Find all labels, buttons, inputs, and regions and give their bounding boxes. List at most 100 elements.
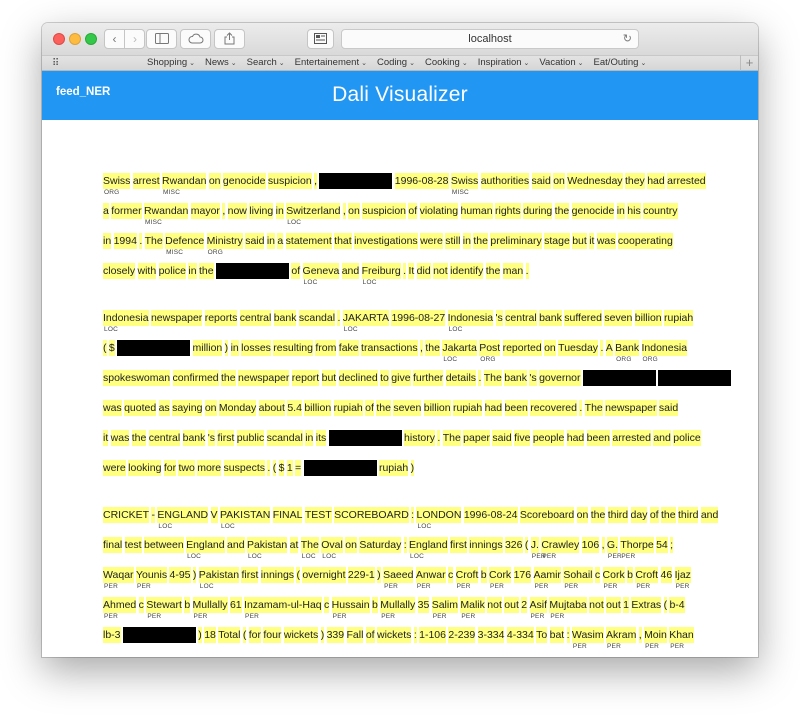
token-text: rupiah [453, 402, 483, 414]
token: the [485, 263, 501, 279]
token: 229-1 [347, 567, 375, 583]
token-text: . [337, 312, 341, 324]
entity-token: Crawley PER [541, 537, 580, 560]
token-text: first [217, 432, 235, 444]
token: Wednesday [567, 173, 623, 189]
bookmark-shopping[interactable]: Shopping ⌄ [142, 56, 200, 70]
token: and [700, 507, 719, 523]
bookmark-eat-outing[interactable]: Eat/Outing ⌄ [589, 56, 652, 70]
bookmark-vacation[interactable]: Vacation ⌄ [534, 56, 588, 70]
token-text: 1996-08-28 [394, 175, 449, 187]
token-text: still [445, 235, 461, 247]
token-text: , [601, 539, 605, 551]
token: . [337, 310, 341, 326]
token-text: were [103, 462, 126, 474]
token-text: between [143, 539, 184, 551]
token: the [661, 507, 676, 523]
token: ( [272, 460, 277, 476]
new-tab-button[interactable]: + [740, 55, 758, 71]
text-line: Waqar PER Younis PER 4-95) Pakistan LOC first in… [103, 567, 693, 597]
entity-token: Salim PER [431, 597, 458, 620]
token: between [143, 537, 184, 553]
token-text: Indonesia [447, 312, 494, 324]
token-text: = [295, 462, 302, 474]
token: not [589, 597, 604, 613]
sidebar-icon [154, 33, 169, 44]
token-text: 's [495, 312, 503, 324]
token: five [514, 430, 531, 446]
token-text: in [188, 265, 197, 277]
token-text: Jakarta [442, 342, 477, 354]
token-text: 1994 [113, 235, 137, 247]
reader-button[interactable] [307, 29, 334, 49]
bookmark-cooking[interactable]: Cooking ⌄ [420, 56, 473, 70]
token: it [103, 430, 109, 446]
token-text: Croft [635, 569, 659, 581]
token: c [324, 597, 330, 613]
token-text: in [462, 235, 471, 247]
browser-titlebar: ‹ › localhost ↻ [42, 23, 758, 55]
forward-button[interactable]: › [125, 30, 145, 48]
entity-tag: PER [332, 613, 347, 620]
token: million [192, 340, 223, 356]
token-text: PAKISTAN [219, 509, 271, 521]
bookmark-news[interactable]: News ⌄ [200, 56, 242, 70]
token-text: the [425, 342, 440, 354]
share-button[interactable] [214, 29, 245, 49]
address-bar[interactable]: localhost ↻ [341, 29, 639, 49]
token-text: c [324, 599, 330, 611]
token-text: fake [338, 342, 359, 354]
token-text: as [158, 402, 170, 414]
token: 's [495, 310, 503, 326]
token-text: million [192, 342, 223, 354]
back-button[interactable]: ‹ [105, 30, 125, 48]
token: ( [296, 567, 300, 583]
token: c [594, 567, 601, 583]
reload-icon[interactable]: ↻ [623, 30, 632, 48]
token-text: : [403, 539, 407, 551]
browser-window: ‹ › localhost ↻ ⠿ Shopping ⌄ News ⌄ Sear… [42, 23, 758, 657]
token-text: : [411, 509, 415, 521]
bookmark-search[interactable]: Search ⌄ [242, 56, 290, 70]
grid-icon[interactable]: ⠿ [52, 57, 59, 70]
sidebar-toggle-button[interactable] [146, 29, 177, 49]
bookmarks-bar: ⠿ Shopping ⌄ News ⌄ Search ⌄ Entertainement ⌄ Co… [42, 55, 758, 71]
token-text: on [576, 509, 589, 521]
token-text: resulting [273, 342, 313, 354]
entity-tag: LOC [158, 523, 173, 530]
token: resulting [273, 340, 313, 356]
token-text: reported [502, 342, 542, 354]
icloud-tabs-button[interactable] [180, 29, 211, 49]
entity-token: Defence MISC [165, 233, 205, 256]
token-text: saying [172, 402, 203, 414]
token: lb-3 [103, 627, 121, 643]
token-text: ) [377, 569, 381, 581]
token: 176 [513, 567, 532, 583]
token-text: A [605, 342, 613, 354]
token-text: cooperating [617, 235, 673, 247]
close-window-button[interactable] [53, 33, 65, 45]
token-text: JAKARTA [342, 312, 390, 324]
token-text: rupiah [664, 312, 694, 324]
token-text: report [291, 372, 320, 384]
bookmark-list: Shopping ⌄ News ⌄ Search ⌄ Entertainement ⌄ Codi… [142, 56, 651, 70]
zoom-window-button[interactable] [85, 33, 97, 45]
cloud-icon [188, 33, 203, 44]
token-text: central [148, 432, 181, 444]
token: central [239, 310, 272, 326]
token-text: ( [296, 569, 300, 581]
token-text: bank [273, 312, 297, 324]
token-text: c [138, 599, 144, 611]
bookmark-entertainement[interactable]: Entertainement ⌄ [290, 56, 372, 70]
token: Extras [631, 597, 662, 613]
token-text: country [643, 205, 678, 217]
minimize-window-button[interactable] [69, 33, 81, 45]
token-text: , [314, 175, 317, 187]
entity-token: Asif PER [529, 597, 548, 620]
bookmark-inspiration[interactable]: Inspiration ⌄ [473, 56, 535, 70]
entity-tag: PER [607, 643, 621, 650]
token-text: genocide [571, 205, 615, 217]
token: . [600, 340, 604, 356]
token-text: had [566, 432, 585, 444]
bookmark-coding[interactable]: Coding ⌄ [372, 56, 420, 70]
